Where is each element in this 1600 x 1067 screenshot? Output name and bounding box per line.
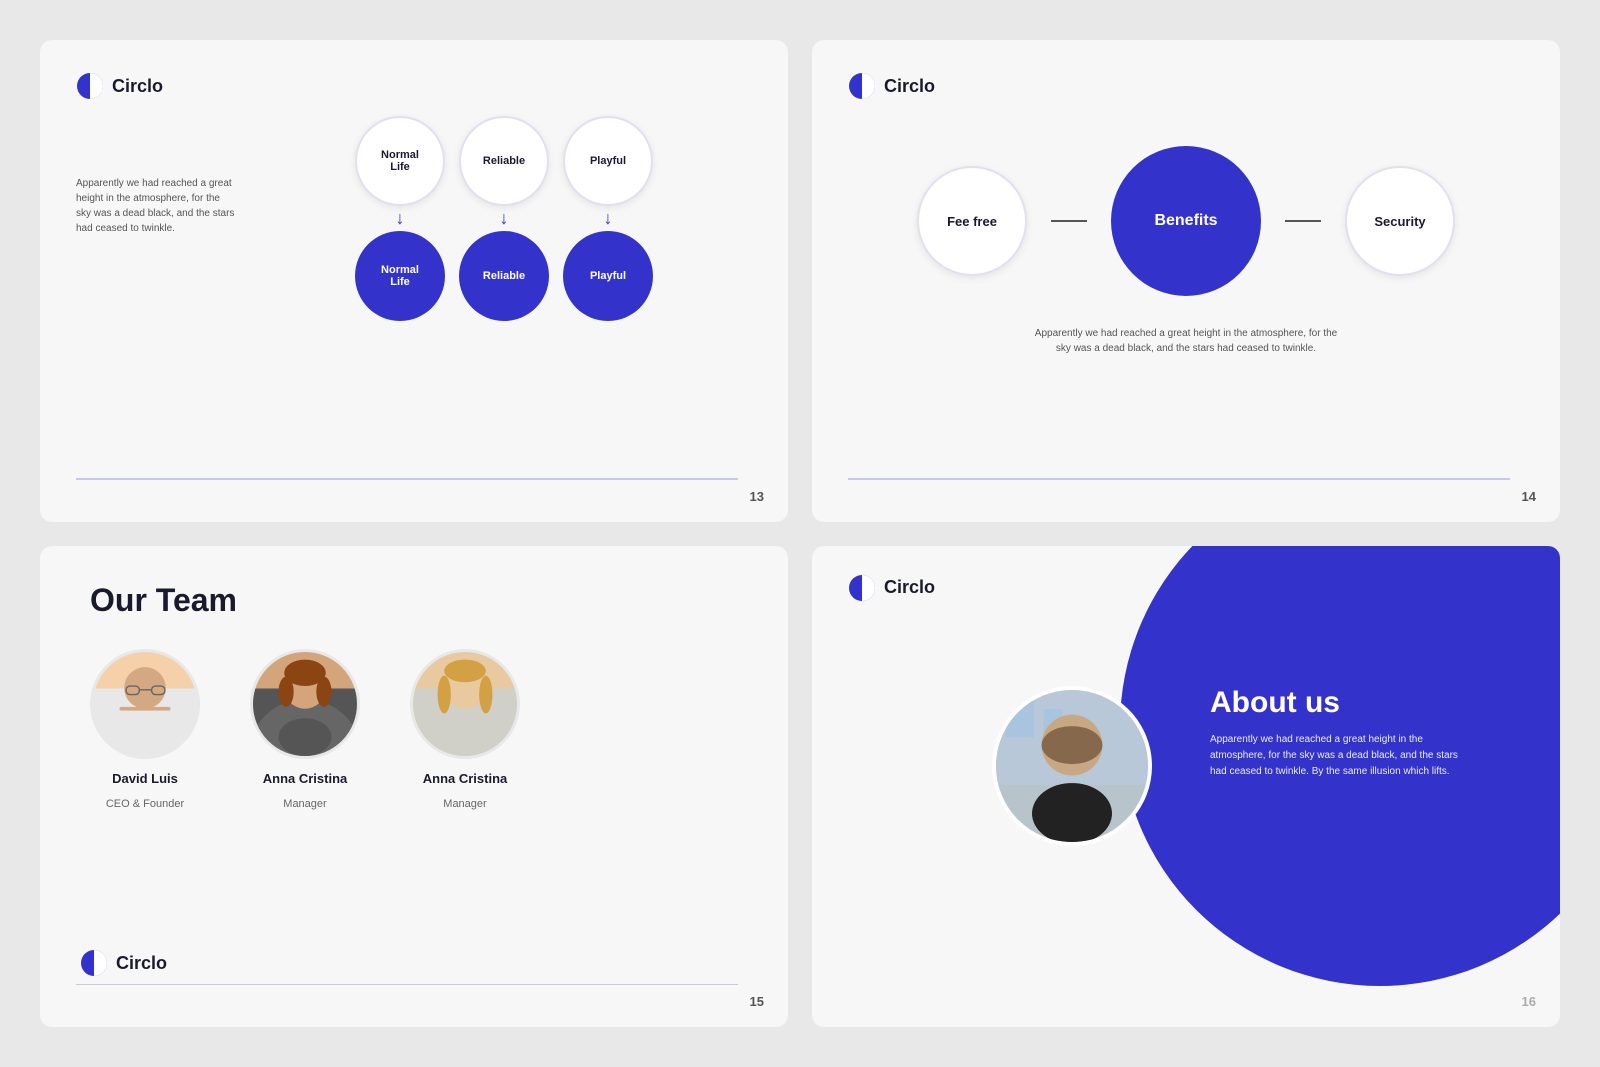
about-title: About us xyxy=(1210,686,1460,720)
member-role-anna2: Manager xyxy=(443,798,486,810)
slide2-body-text: Apparently we had reached a great height… xyxy=(1026,326,1346,356)
circle-normal-life-top: NormalLife xyxy=(355,116,445,206)
about-text: Apparently we had reached a great height… xyxy=(1210,732,1460,780)
team-title: Our Team xyxy=(90,582,748,619)
arrows-row: ↓ ↓ ↓ xyxy=(355,208,653,229)
bottom-circles-row: NormalLife Reliable Playful xyxy=(355,231,653,321)
circle-playful-bottom: Playful xyxy=(563,231,653,321)
dash-right xyxy=(1285,220,1321,222)
team-member-anna1: Anna Cristina Manager xyxy=(250,649,360,810)
page-num-slide3: 15 xyxy=(750,994,764,1009)
slide2-content: Fee free Benefits Security Apparently we… xyxy=(848,116,1524,366)
bottom-bar-slide2 xyxy=(848,478,1510,480)
logo-text-slide2: Circlo xyxy=(884,76,935,97)
member-role-anna1: Manager xyxy=(283,798,326,810)
logo-text-slide3: Circlo xyxy=(116,953,167,974)
circle-playful-top: Playful xyxy=(563,116,653,206)
circle-normal-life-bottom: NormalLife xyxy=(355,231,445,321)
security-circle: Security xyxy=(1345,166,1455,276)
avatar-anna1 xyxy=(250,649,360,759)
avatar-svg-anna1 xyxy=(253,649,357,759)
top-circles-row: NormalLife Reliable Playful xyxy=(355,116,653,206)
arrow-playful: ↓ xyxy=(563,208,653,229)
avatar-david xyxy=(90,649,200,759)
page-num-slide2: 14 xyxy=(1522,489,1536,504)
logo-icon-slide2 xyxy=(848,72,876,100)
logo-icon-slide4 xyxy=(848,574,876,602)
slide-16: Circlo About us Apparently we had reache… xyxy=(812,546,1560,1028)
fee-free-circle: Fee free xyxy=(917,166,1027,276)
logo-text-slide1: Circlo xyxy=(112,76,163,97)
avatar-svg-anna2 xyxy=(413,649,517,759)
logo-icon-slide3 xyxy=(80,949,108,977)
benefits-main-circle: Benefits xyxy=(1111,146,1261,296)
logo-slide3: Circlo xyxy=(80,949,167,977)
bottom-bar-slide1 xyxy=(76,478,738,480)
circle-reliable-bottom: Reliable xyxy=(459,231,549,321)
member-name-anna2: Anna Cristina xyxy=(423,771,508,786)
team-member-david: David Luis CEO & Founder xyxy=(90,649,200,810)
about-photo-svg xyxy=(996,686,1148,846)
arrow-reliable: ↓ xyxy=(459,208,549,229)
about-section: About us Apparently we had reached a gre… xyxy=(1210,686,1460,780)
about-photo xyxy=(992,686,1152,846)
slide1-diagram: NormalLife Reliable Playful ↓ ↓ ↓ Normal… xyxy=(256,116,752,321)
logo-slide2: Circlo xyxy=(848,72,1524,100)
page-num-slide1: 13 xyxy=(750,489,764,504)
team-members-row: David Luis CEO & Founder Anna Cristina M… xyxy=(90,649,748,810)
member-role-david: CEO & Founder xyxy=(106,798,184,810)
slide-15: Our Team David Luis CEO & Founder xyxy=(40,546,788,1028)
page-num-slide4: 16 xyxy=(1522,994,1536,1009)
arrow-normal-life: ↓ xyxy=(355,208,445,229)
member-name-anna1: Anna Cristina xyxy=(263,771,348,786)
avatar-anna2 xyxy=(410,649,520,759)
slide1-content: Apparently we had reached a great height… xyxy=(76,116,752,321)
circle-reliable-top: Reliable xyxy=(459,116,549,206)
bottom-bar-slide3 xyxy=(76,984,738,986)
member-name-david: David Luis xyxy=(112,771,178,786)
slide-14: Circlo Fee free Benefits Security Appare… xyxy=(812,40,1560,522)
slide1-body-text: Apparently we had reached a great height… xyxy=(76,176,236,236)
benefits-diagram: Fee free Benefits Security xyxy=(917,146,1455,296)
logo-slide1: Circlo xyxy=(76,72,752,100)
team-member-anna2: Anna Cristina Manager xyxy=(410,649,520,810)
slide-13: Circlo Apparently we had reached a great… xyxy=(40,40,788,522)
logo-text-slide4: Circlo xyxy=(884,577,935,598)
dash-left xyxy=(1051,220,1087,222)
avatar-svg-david xyxy=(93,649,197,759)
logo-slide4: Circlo xyxy=(848,574,1528,602)
logo-icon-slide1 xyxy=(76,72,104,100)
